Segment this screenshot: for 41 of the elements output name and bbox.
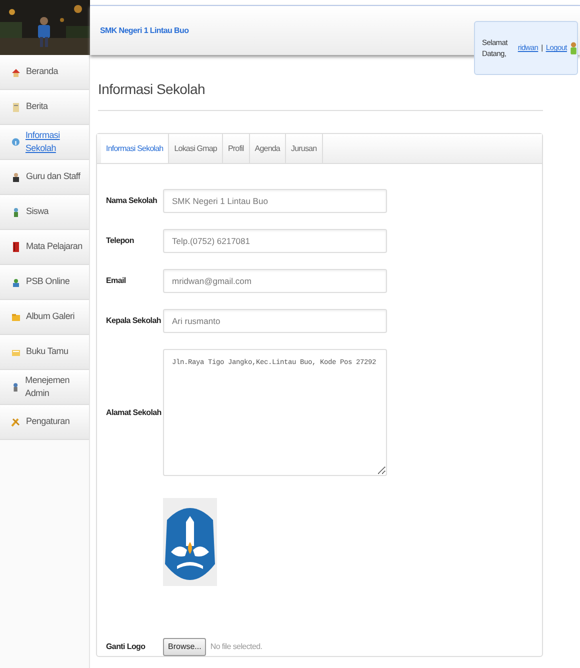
folder-icon (11, 347, 21, 357)
page-title: Informasi Sekolah (98, 80, 206, 99)
tab[interactable]: Lokasi Gmap (169, 134, 223, 163)
site-title[interactable]: SMK Negeri 1 Lintau Buo (100, 24, 189, 36)
sidebar-item[interactable]: Album Galeri (0, 300, 89, 335)
tab[interactable]: Jurusan (286, 134, 323, 163)
sidebar-item[interactable]: Berita (0, 90, 89, 125)
sidebar-item[interactable]: Pengaturan (0, 405, 89, 440)
tab[interactable]: Profil (222, 134, 250, 163)
document-icon (11, 102, 21, 112)
user-icon (11, 382, 20, 392)
field-label: Nama Sekolah (106, 195, 158, 207)
tab[interactable]: Agenda (250, 134, 286, 163)
sidebar-item[interactable]: Guru dan Staff (0, 160, 89, 195)
user-icon (11, 277, 21, 287)
person-icon (11, 207, 21, 217)
tab[interactable]: Informasi Sekolah (101, 134, 170, 163)
sidebar-item[interactable]: Siswa (0, 195, 89, 230)
input-field[interactable]: SMK Negeri 1 Lintau Buo (163, 189, 387, 213)
sidebar-item[interactable]: Buku Tamu (0, 335, 89, 370)
sidebar-item[interactable]: Menejemen Admin (0, 370, 89, 405)
browse-button[interactable]: Browse... (163, 638, 206, 656)
input-field[interactable]: Ari rusmanto (163, 309, 387, 333)
sidebar-item[interactable]: Beranda (0, 55, 89, 90)
field-label: Alamat Sekolah (106, 406, 162, 418)
house-icon (11, 67, 21, 77)
field-label: Kepala Sekolah (106, 315, 162, 327)
field-label: Email (106, 275, 127, 287)
sidebar-item[interactable]: Informasi Sekolah (0, 125, 89, 160)
folder-icon (11, 312, 21, 322)
sidebar-item[interactable]: Mata Pelajaran (0, 230, 89, 265)
info-icon (11, 137, 20, 147)
book-icon (11, 242, 21, 252)
field-label: Telepon (106, 235, 135, 247)
field-label: Ganti Logo (106, 641, 146, 653)
tools-icon (11, 417, 21, 427)
person-icon (11, 172, 21, 182)
file-status: No file selected. (210, 641, 262, 653)
input-field[interactable]: Telp.(0752) 6217081 (163, 229, 387, 253)
input-field[interactable]: mridwan@gmail.com (163, 269, 387, 293)
sidebar-item[interactable]: PSB Online (0, 265, 89, 300)
